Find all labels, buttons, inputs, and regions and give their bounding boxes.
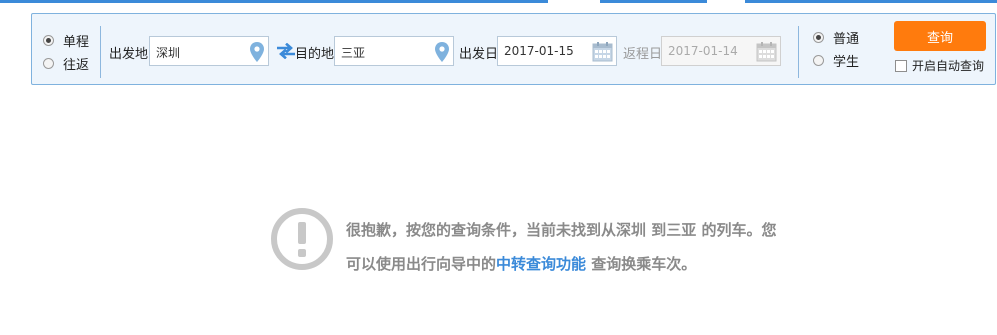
return-date-value: 2017-01-14 [668,44,738,58]
auto-query-label: 开启自动查询 [912,59,985,73]
depart-date-input[interactable]: 2017-01-15 [497,36,617,66]
radio-passenger-normal[interactable]: 普通 [813,29,860,47]
radio-button[interactable] [43,34,54,46]
from-station-input[interactable]: 深圳 [149,36,269,66]
depart-date-value: 2017-01-15 [504,44,574,58]
map-pin-icon[interactable] [435,42,449,62]
radio-passenger-normal-label: 普通 [833,31,860,47]
auto-query-checkbox[interactable] [895,59,907,72]
radio-one-way[interactable]: 单程 [43,32,90,50]
to-label: 目的地 [295,47,335,62]
no-results-message: 很抱歉，按您的查询条件，当前未找到从深圳 到三亚 的列车。您可以使用出行向导中的… [346,213,786,281]
divider [100,26,101,78]
to-station-input[interactable]: 三亚 [334,36,454,66]
no-results-text-tail: 查询换乘车次。 [586,255,697,273]
radio-round-trip-label: 往返 [63,57,90,73]
from-station-value: 深圳 [156,46,181,60]
return-date-input[interactable]: 2017-01-14 [661,36,781,66]
no-results-notice: 很抱歉，按您的查询条件，当前未找到从深圳 到三亚 的列车。您可以使用出行向导中的… [269,206,789,316]
from-label: 出发地 [109,47,149,62]
calendar-icon[interactable] [756,41,777,62]
top-tab-gap [548,0,600,3]
top-tab-gap [707,0,745,3]
radio-one-way-label: 单程 [63,34,90,50]
radio-button[interactable] [813,54,824,66]
radio-button[interactable] [813,31,824,43]
exclamation-circle-icon [271,208,333,270]
ticket-search-panel: 单程 往返 出发地 深圳 目的地 三亚 出发日 2017-01-15 返程日 2… [31,13,996,85]
return-date-label: 返程日 [623,47,663,62]
to-station-value: 三亚 [341,46,366,60]
radio-button[interactable] [43,57,54,69]
map-pin-icon[interactable] [250,42,264,62]
divider [798,26,799,78]
radio-round-trip[interactable]: 往返 [43,55,90,73]
auto-query-toggle[interactable]: 开启自动查询 [895,57,984,74]
swap-arrows-icon[interactable] [277,43,295,59]
top-accent-strip [0,0,997,3]
transfer-query-link[interactable]: 中转查询功能 [496,255,586,273]
radio-passenger-student[interactable]: 学生 [813,52,860,70]
radio-passenger-student-label: 学生 [833,54,860,70]
depart-date-label: 出发日 [459,47,499,62]
query-button[interactable]: 查询 [894,21,986,51]
calendar-icon[interactable] [592,41,613,62]
